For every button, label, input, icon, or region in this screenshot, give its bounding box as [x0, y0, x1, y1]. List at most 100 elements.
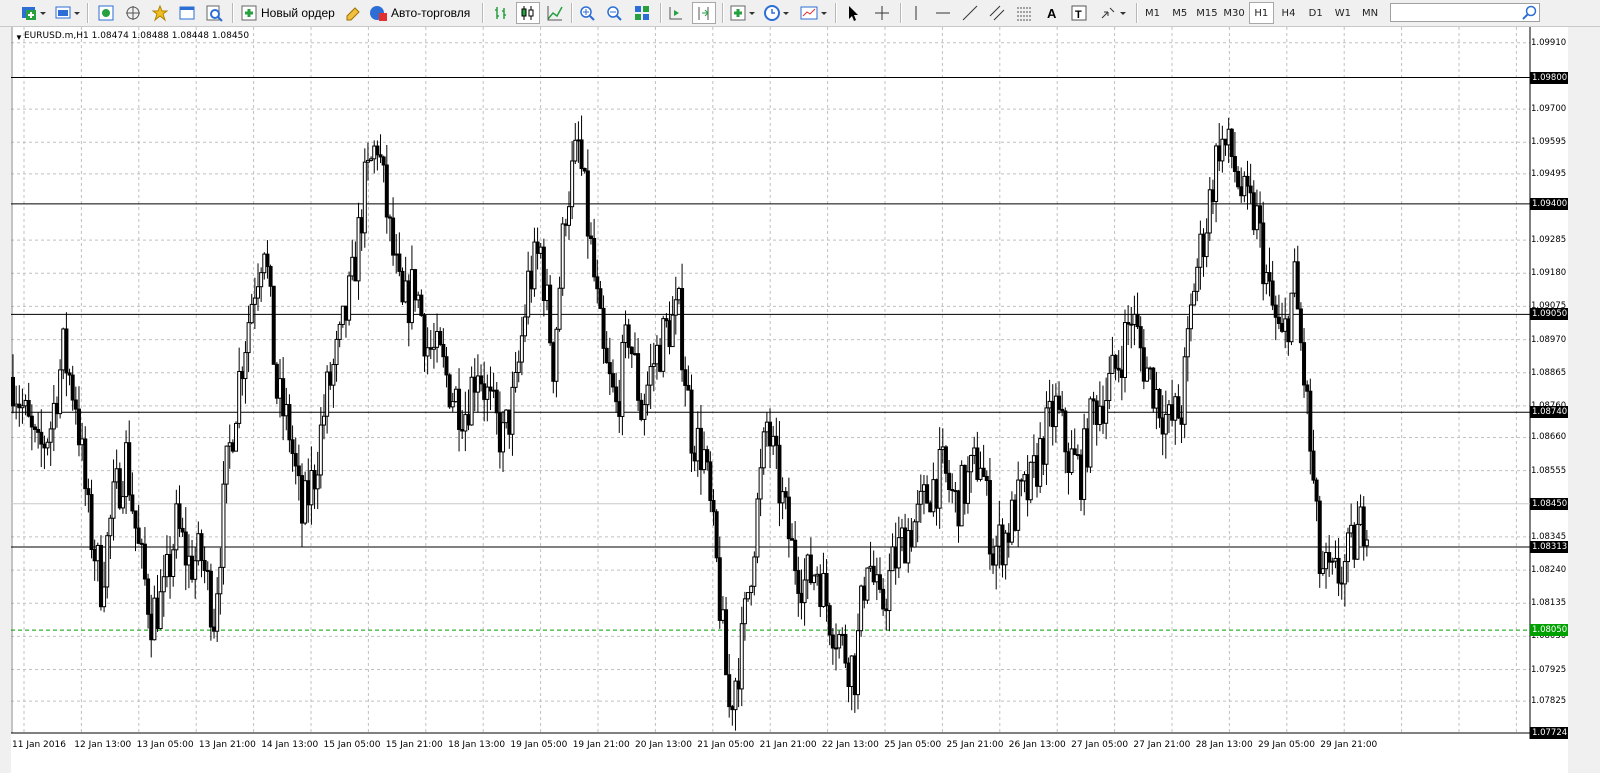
- candle-body: [1141, 347, 1146, 382]
- candle-body: [1201, 233, 1206, 258]
- candle-body: [58, 369, 63, 415]
- new-chart-icon[interactable]: [18, 2, 48, 24]
- market-watch-icon[interactable]: [95, 2, 117, 24]
- candle-body: [1226, 128, 1231, 146]
- candle-body: [815, 573, 820, 577]
- cursor-icon[interactable]: [842, 2, 864, 24]
- candle-body: [1082, 428, 1087, 500]
- candle-body: [523, 316, 528, 337]
- bar-chart-icon[interactable]: [490, 2, 512, 24]
- line-chart-icon[interactable]: [544, 2, 566, 24]
- candle-body: [742, 598, 747, 625]
- candle-body: [1289, 292, 1294, 343]
- candle-body: [120, 496, 125, 509]
- vertical-line-icon[interactable]: [905, 2, 927, 24]
- time-scale-label: 19 Jan 05:00: [510, 740, 568, 750]
- candle-body: [299, 475, 304, 524]
- candle-body: [475, 375, 480, 393]
- candle-body: [409, 269, 414, 324]
- candle-body: [708, 461, 713, 501]
- candle-body: [479, 375, 484, 385]
- new-order-button[interactable]: Новый ордер: [240, 2, 336, 24]
- timeframe-h1-button[interactable]: H1: [1248, 2, 1274, 24]
- candle-body: [164, 554, 169, 578]
- candle-body: [1330, 560, 1335, 563]
- candle-body: [702, 449, 707, 471]
- candle-body: [1361, 506, 1366, 547]
- search-input[interactable]: [1390, 3, 1540, 22]
- candle-body: [369, 158, 374, 161]
- price-scale-label: 1.07825: [1531, 696, 1567, 707]
- candle-body: [843, 633, 848, 664]
- candle-body: [381, 156, 386, 166]
- candle-body: [906, 530, 911, 564]
- candlestick-chart-icon[interactable]: [516, 2, 540, 24]
- candle-body: [180, 527, 185, 533]
- indicators-icon[interactable]: [727, 2, 757, 24]
- strategy-tester-icon[interactable]: [203, 2, 225, 24]
- candle-body: [711, 499, 716, 513]
- arrows-icon[interactable]: [1096, 2, 1128, 24]
- candle-body: [356, 217, 361, 282]
- candle-body: [83, 438, 88, 490]
- candle-body: [287, 404, 292, 441]
- candle-body: [859, 585, 864, 632]
- price-scale-label: 1.09595: [1531, 137, 1567, 148]
- candle-body: [947, 472, 952, 490]
- candle-body: [733, 680, 738, 711]
- candle-body: [686, 384, 691, 391]
- candle-body: [397, 253, 402, 272]
- terminal-icon[interactable]: [176, 2, 198, 24]
- fibonacci-icon[interactable]: [1013, 2, 1035, 24]
- zoom-in-icon[interactable]: [576, 2, 598, 24]
- timeframe-m15-button[interactable]: M15: [1194, 2, 1219, 24]
- text-label-icon[interactable]: T: [1068, 2, 1090, 24]
- periods-icon[interactable]: [761, 2, 791, 24]
- timeframe-m1-button[interactable]: M1: [1140, 2, 1165, 24]
- candle-body: [199, 533, 204, 561]
- candle-body: [953, 490, 958, 493]
- auto-trading-button[interactable]: Авто-торговля: [368, 2, 474, 24]
- horizontal-line-icon[interactable]: [932, 2, 954, 24]
- price-chart[interactable]: [0, 27, 1568, 773]
- search-icon[interactable]: [1521, 4, 1539, 21]
- timeframe-h4-button[interactable]: H4: [1276, 2, 1301, 24]
- timeframe-w1-button[interactable]: W1: [1330, 2, 1355, 24]
- metaeditor-icon[interactable]: [342, 2, 364, 24]
- templates-icon[interactable]: [797, 2, 829, 24]
- text-tool-icon[interactable]: A: [1041, 2, 1063, 24]
- data-window-icon[interactable]: [122, 2, 144, 24]
- candle-body: [774, 435, 779, 446]
- candle-body: [237, 371, 242, 424]
- equidistant-channel-icon[interactable]: [986, 2, 1008, 24]
- candle-body: [1050, 400, 1055, 428]
- candle-body: [1239, 186, 1244, 197]
- navigator-icon[interactable]: [149, 2, 171, 24]
- candle-body: [1308, 390, 1313, 452]
- profiles-icon[interactable]: [52, 2, 82, 24]
- zoom-out-icon[interactable]: [603, 2, 625, 24]
- candle-body: [582, 167, 587, 172]
- candle-body: [190, 555, 195, 580]
- svg-text:A: A: [1047, 6, 1057, 21]
- tile-windows-icon[interactable]: [630, 2, 654, 24]
- chart-right-margin: [1568, 27, 1600, 773]
- crosshair-icon[interactable]: [871, 2, 893, 24]
- chart-info-arrow-icon[interactable]: ▼: [15, 33, 23, 42]
- candle-body: [142, 543, 147, 580]
- trendline-icon[interactable]: [959, 2, 981, 24]
- candle-body: [764, 421, 769, 433]
- candle-body: [1176, 396, 1181, 419]
- timeframe-m5-button[interactable]: M5: [1167, 2, 1192, 24]
- timeframe-d1-button[interactable]: D1: [1303, 2, 1328, 24]
- candle-body: [821, 572, 826, 607]
- candle-body: [1298, 308, 1303, 344]
- timeframe-m30-button[interactable]: M30: [1222, 2, 1247, 24]
- candle-body: [29, 415, 34, 428]
- candle-body: [768, 421, 773, 447]
- chart-shift-icon[interactable]: [692, 2, 716, 24]
- candle-body: [1214, 145, 1219, 202]
- time-scale-label: 28 Jan 13:00: [1195, 740, 1253, 750]
- timeframe-mn-button[interactable]: MN: [1358, 2, 1383, 24]
- auto-scroll-icon[interactable]: [665, 2, 687, 24]
